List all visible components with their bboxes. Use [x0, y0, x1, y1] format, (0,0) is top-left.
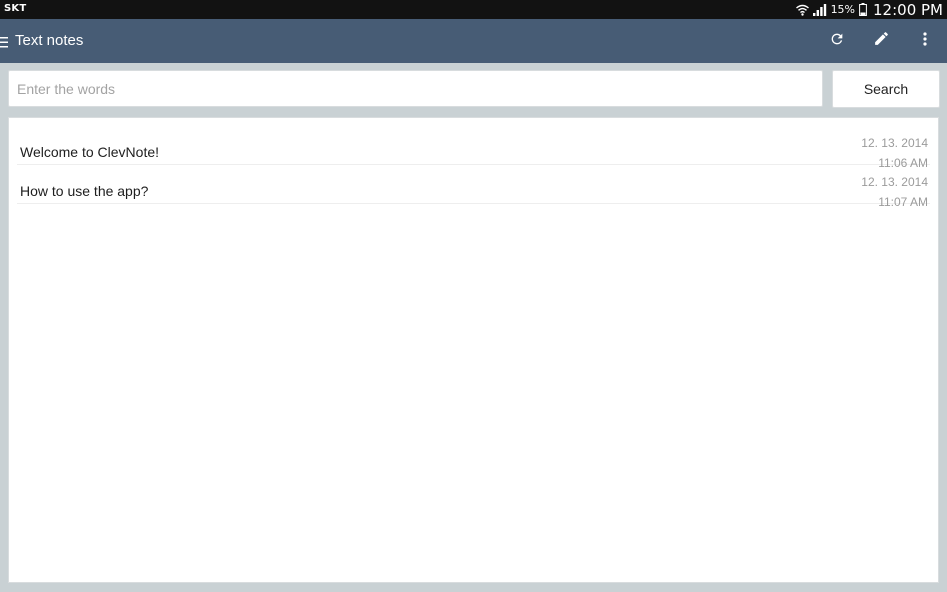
edit-icon	[873, 30, 890, 52]
search-button[interactable]: Search	[832, 70, 940, 108]
notes-list: Welcome to ClevNote! 12. 13. 2014 11:06 …	[8, 117, 939, 583]
search-input[interactable]	[8, 70, 823, 107]
note-item[interactable]: Welcome to ClevNote! 12. 13. 2014 11:06 …	[17, 125, 930, 170]
app-title[interactable]: Text notes	[15, 32, 83, 49]
carrier-label: SKT	[4, 3, 27, 14]
note-item[interactable]: How to use the app? 12. 13. 2014 11:07 A…	[17, 164, 930, 209]
status-bar: SKT 15% 12:00 PM	[0, 0, 947, 19]
note-date: 12. 13. 2014	[861, 175, 928, 189]
menu-icon[interactable]	[0, 35, 8, 53]
status-icons: 15% 12:00 PM	[795, 0, 943, 19]
note-title: Welcome to ClevNote!	[20, 144, 160, 160]
refresh-button[interactable]	[826, 30, 848, 52]
edit-button[interactable]	[870, 30, 892, 52]
wifi-icon	[795, 4, 809, 16]
signal-icon	[812, 3, 827, 16]
status-clock: 12:00 PM	[873, 0, 943, 19]
note-time: 11:07 AM	[878, 195, 928, 209]
battery-icon	[859, 3, 867, 16]
note-title: How to use the app?	[20, 183, 149, 199]
refresh-icon	[829, 31, 845, 52]
note-date: 12. 13. 2014	[861, 136, 928, 150]
app-bar: Text notes	[0, 19, 947, 63]
more-options-button[interactable]	[914, 30, 936, 52]
more-vert-icon	[923, 31, 927, 51]
battery-percent: 15%	[830, 3, 856, 16]
